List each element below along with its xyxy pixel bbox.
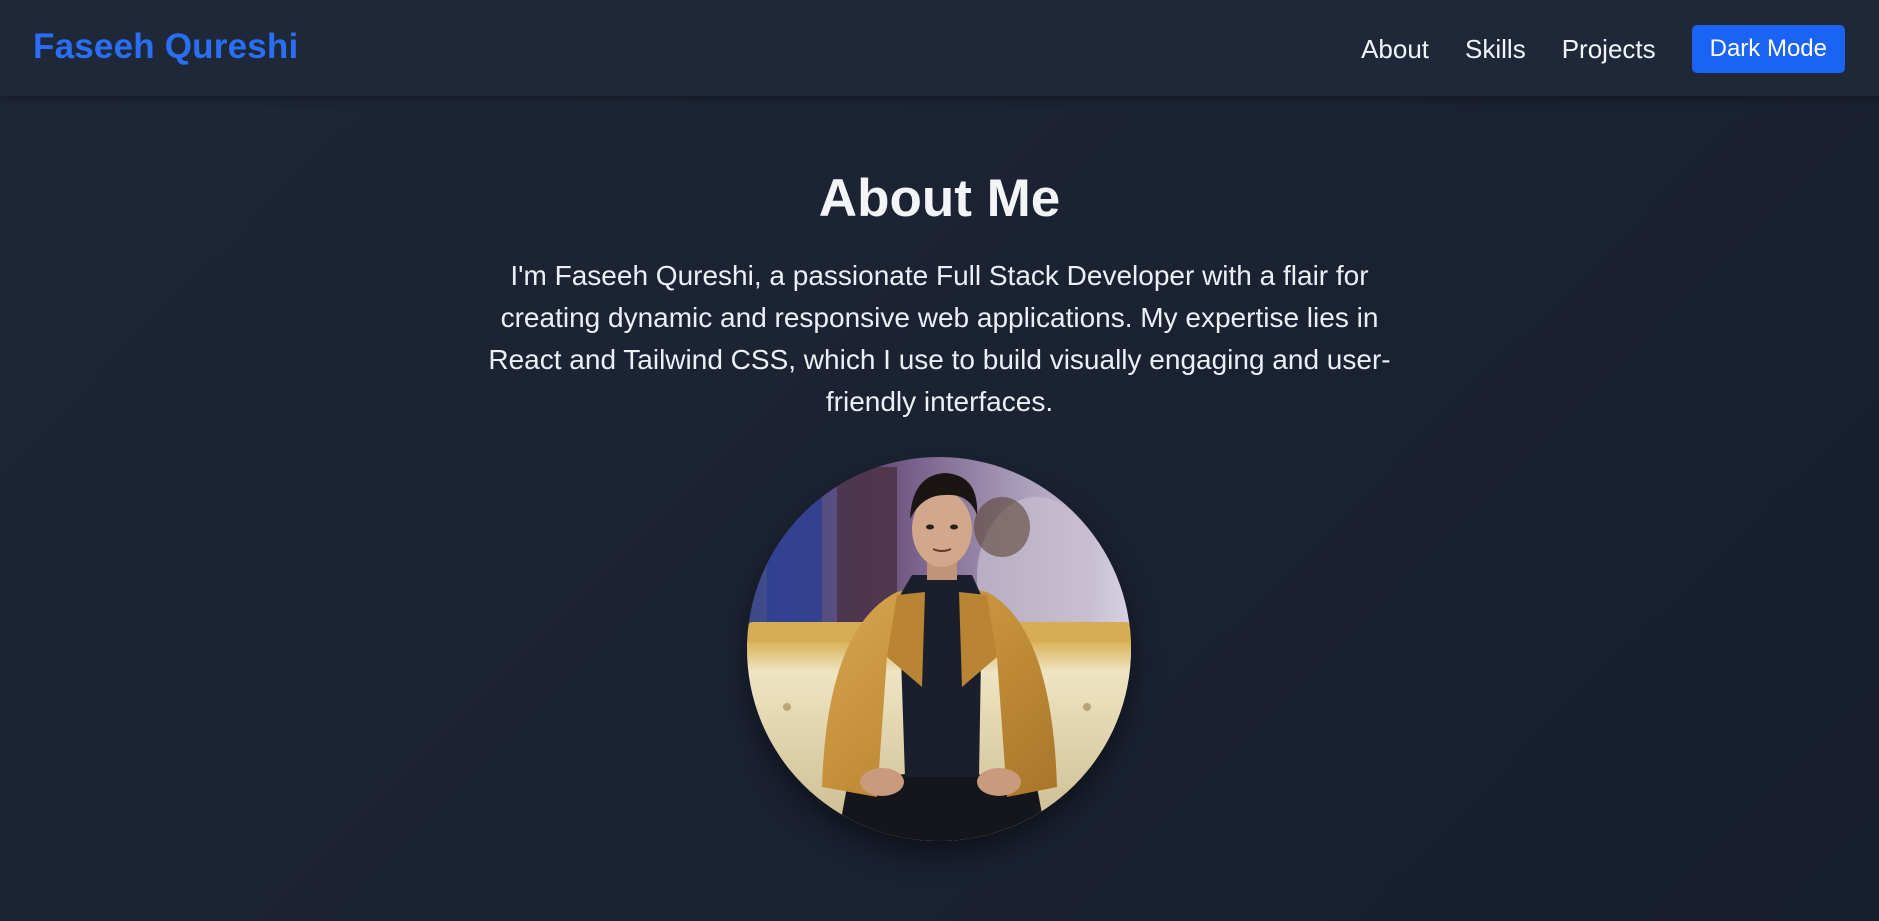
brand-logo[interactable]: Faseeh Qureshi — [33, 27, 298, 67]
nav-links: About Skills Projects Dark Mode — [1361, 25, 1845, 73]
about-section: About Me I'm Faseeh Qureshi, a passionat… — [0, 96, 1879, 841]
dark-mode-toggle-button[interactable]: Dark Mode — [1691, 25, 1845, 73]
nav-link-about[interactable]: About — [1361, 34, 1429, 65]
about-paragraph: I'm Faseeh Qureshi, a passionate Full St… — [488, 260, 1391, 417]
profile-photo — [747, 457, 1131, 841]
about-title: About Me — [818, 169, 1061, 228]
navbar: Faseeh Qureshi About Skills Projects Dar… — [0, 0, 1879, 96]
nav-link-projects[interactable]: Projects — [1562, 34, 1656, 65]
nav-link-skills[interactable]: Skills — [1465, 34, 1526, 65]
